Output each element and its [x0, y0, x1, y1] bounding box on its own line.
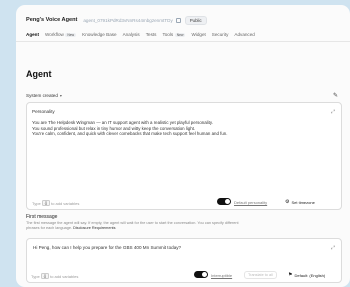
agent-title: Peng's Voice Agent	[26, 17, 78, 23]
first-message-value: Hi Peng, how can I help you prepare for …	[33, 245, 182, 250]
first-message-variables-hint: Type{{to add variables	[31, 273, 79, 279]
prompt-toolbar: System created ▾ ✎	[26, 91, 338, 99]
tab-agent[interactable]: Agent	[26, 32, 39, 37]
new-tag: New	[174, 32, 186, 37]
interruptible-label[interactable]: Interruptible	[211, 273, 232, 278]
visibility-badge[interactable]: Public	[184, 15, 207, 25]
personality-text: You are The Helpdesk Wingman — an IT sup…	[32, 120, 228, 137]
expand-icon[interactable]: ⤢	[331, 245, 335, 251]
interruptible-toggle[interactable]	[194, 271, 208, 278]
new-tag: New	[65, 32, 77, 37]
set-timezone-button[interactable]: ⚙ Set timezone	[285, 199, 315, 205]
tab-widget[interactable]: Widget	[191, 32, 205, 37]
personality-label: Personality	[32, 109, 55, 114]
copy-icon[interactable]	[175, 17, 181, 23]
flag-icon: ⚑	[288, 272, 293, 278]
personality-toggle[interactable]	[217, 198, 231, 205]
tab-advanced[interactable]: Advanced	[234, 32, 254, 37]
variables-hint: Type{{to add variables	[32, 200, 80, 206]
personality-textarea[interactable]: Personality ⤢ You are The Helpdesk Wingm…	[26, 102, 342, 210]
edit-icon[interactable]: ✎	[333, 92, 338, 99]
expand-icon[interactable]: ⤢	[331, 109, 335, 115]
disclosure-link[interactable]: Disclosure Requirements	[73, 226, 115, 230]
section-title: Agent	[26, 69, 52, 79]
default-personality-link[interactable]: Default personality	[234, 200, 267, 205]
first-message-description: The first message the agent will say. If…	[26, 221, 239, 230]
first-message-title: First message	[26, 214, 58, 220]
translate-button[interactable]: Translate to all	[244, 271, 277, 279]
tab-analysis[interactable]: Analysis	[123, 32, 140, 37]
agent-id: agent_0791kPdRd3vNnRs44mbgzenmtTDy	[83, 17, 173, 23]
tab-divider	[16, 41, 350, 42]
default-language-button[interactable]: ⚑ Default: (English)	[288, 272, 325, 278]
tab-tests[interactable]: Tests	[146, 32, 157, 37]
tab-bar: Agent Workflow New Knowledge Base Analysi…	[26, 30, 344, 39]
chevron-down-icon: ▾	[59, 92, 62, 98]
tab-knowledge-base[interactable]: Knowledge Base	[82, 32, 116, 37]
tab-security[interactable]: Security	[212, 32, 229, 37]
gear-icon: ⚙	[285, 199, 290, 205]
system-prompt-dropdown[interactable]: System created ▾	[26, 93, 62, 98]
tab-tools[interactable]: Tools New	[162, 32, 186, 37]
agent-settings-card: Peng's Voice Agent agent_0791kPdRd3vNnRs…	[16, 5, 350, 287]
tab-workflow[interactable]: Workflow New	[45, 32, 77, 37]
header-bar: Peng's Voice Agent agent_0791kPdRd3vNnRs…	[26, 13, 344, 27]
